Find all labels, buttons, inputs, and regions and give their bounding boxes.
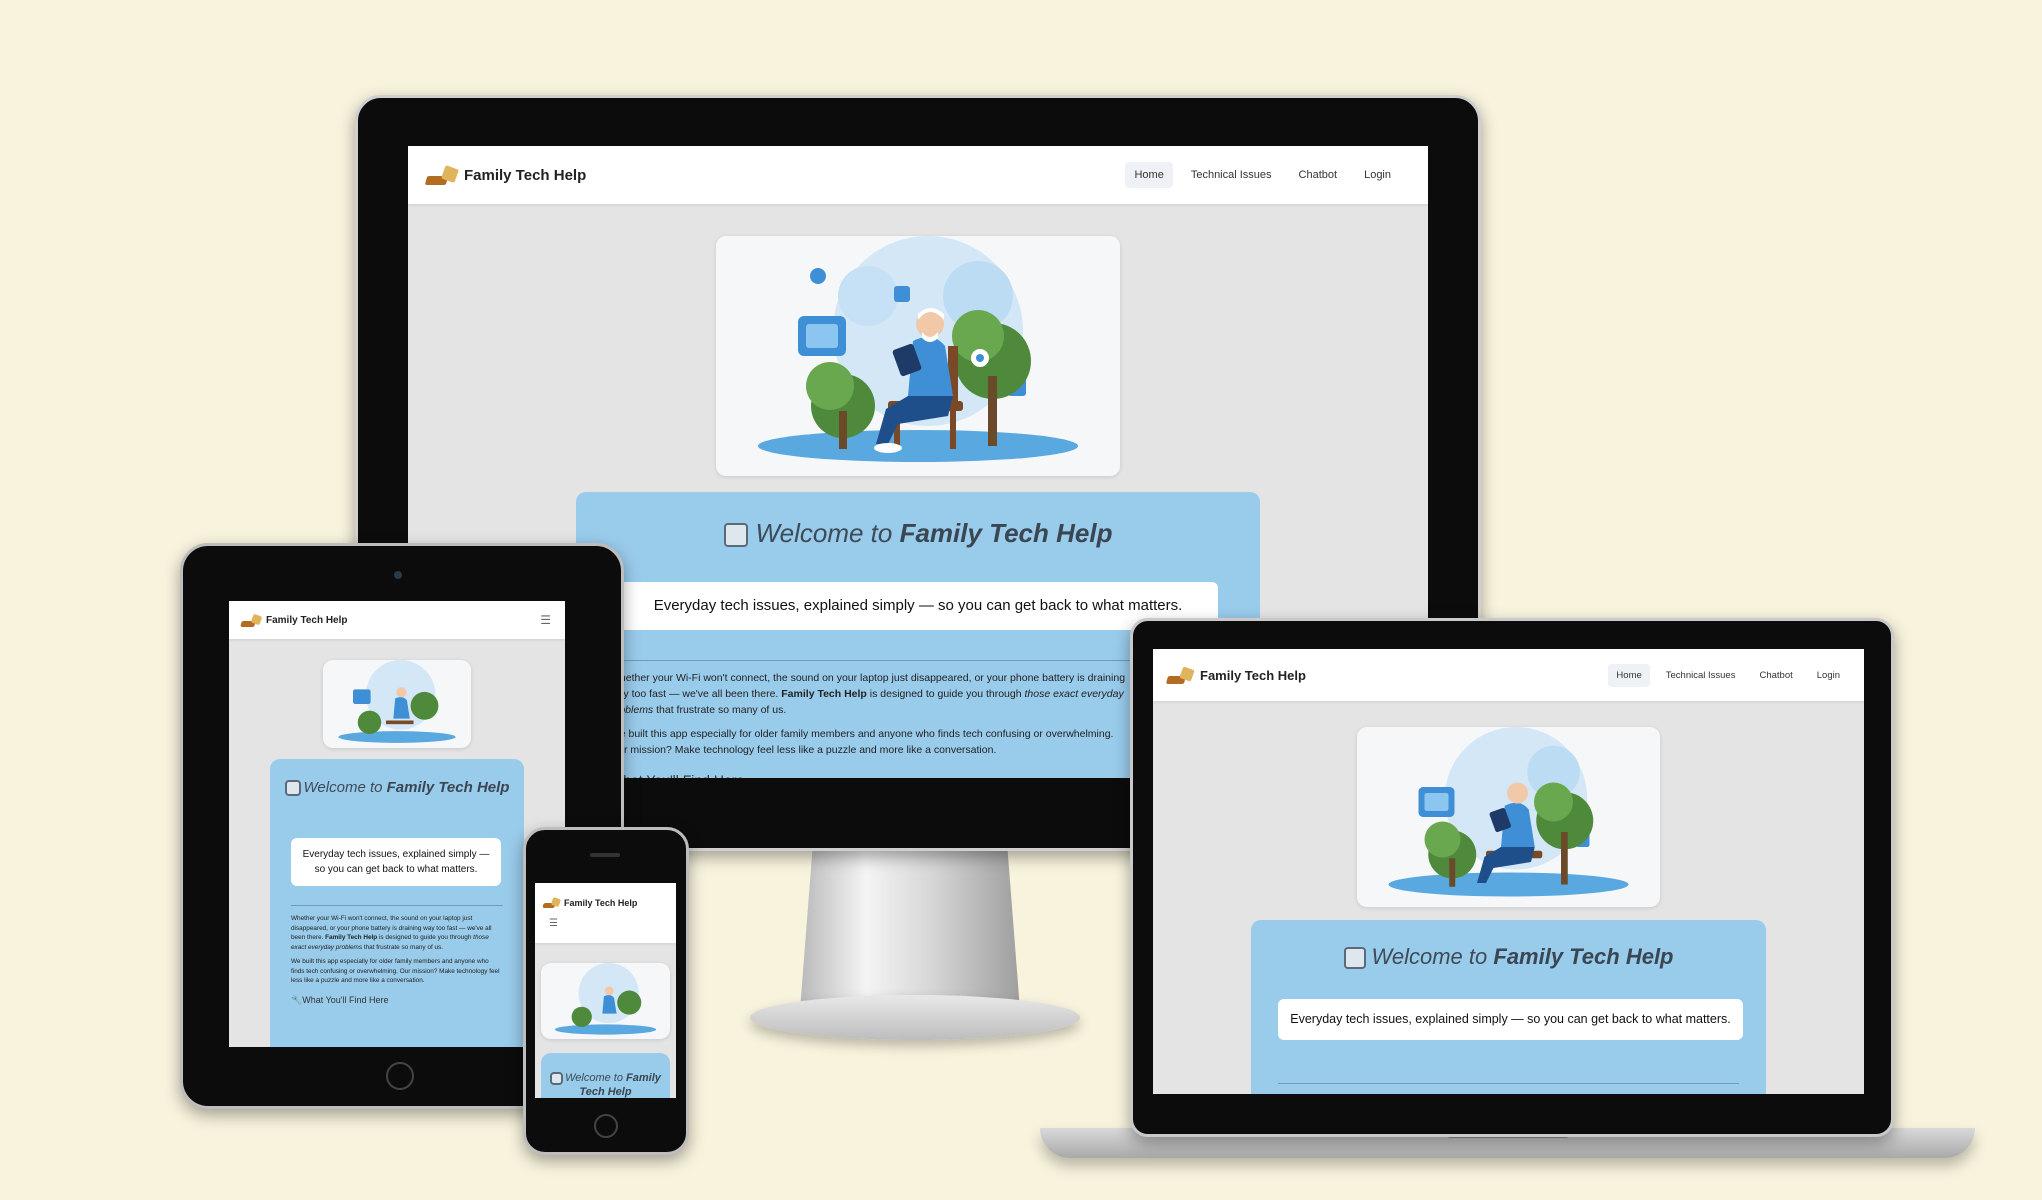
welcome-prefix: Welcome to xyxy=(755,518,893,548)
hamburger-icon[interactable]: ☰ xyxy=(540,613,551,627)
monitor-stand-neck xyxy=(800,840,1020,1010)
nav-home[interactable]: Home xyxy=(1125,162,1173,188)
laptop-hero-illustration xyxy=(1357,727,1660,907)
phone-home-button[interactable] xyxy=(594,1114,618,1138)
tablet-brand[interactable]: Family Tech Help xyxy=(240,613,348,627)
monitor-stand-base xyxy=(750,995,1080,1040)
tablet-home-button[interactable] xyxy=(386,1062,414,1090)
phone-speaker xyxy=(590,853,620,857)
tablet-hero-illustration xyxy=(323,660,471,748)
tools-logo-icon xyxy=(240,613,263,627)
laptop-welcome-card: Welcome to Family Tech Help Everyday tec… xyxy=(1251,920,1766,1094)
laptop-welcome-heading: Welcome to Family Tech Help xyxy=(1251,944,1766,970)
phone-hero-illustration xyxy=(541,963,670,1039)
tablet-screen: Family Tech Help ☰ Welcome to Family Tec… xyxy=(229,601,565,1047)
tablet-tagline-box: Everyday tech issues, explained simply —… xyxy=(291,838,501,886)
phone-brand[interactable]: Family Tech Help xyxy=(542,897,637,908)
tools-logo-icon xyxy=(1165,666,1195,684)
divider xyxy=(1278,1083,1739,1084)
nav-technical-issues[interactable]: Technical Issues xyxy=(1658,664,1744,687)
nav-login[interactable]: Login xyxy=(1809,664,1848,687)
paragraph-2: We built this app especially for older f… xyxy=(610,728,1114,756)
tools-logo-icon xyxy=(424,165,458,185)
welcome-brand: Family Tech Help xyxy=(899,518,1113,548)
nav-login[interactable]: Login xyxy=(1355,162,1400,188)
laptop-nav-links: Home Technical Issues Chatbot Login xyxy=(1608,663,1848,687)
phone-welcome-card: Welcome to Family Tech Help xyxy=(541,1053,670,1098)
nav-links: Home Technical Issues Chatbot Login xyxy=(1111,162,1400,188)
family-icon xyxy=(550,1071,564,1085)
nav-chatbot[interactable]: Chatbot xyxy=(1290,162,1347,188)
hamburger-icon[interactable]: ☰ xyxy=(549,918,558,929)
family-icon xyxy=(1343,947,1366,970)
senior-with-tablet-illustration xyxy=(758,236,1078,462)
paragraph-1: Whether your Wi-Fi won't connect, the so… xyxy=(610,672,1126,716)
tablet-body-text: Whether your Wi-Fi won't connect, the so… xyxy=(291,915,500,1005)
welcome-heading: Welcome to Family Tech Help xyxy=(576,518,1260,549)
tagline-box: Everyday tech issues, explained simply —… xyxy=(618,582,1218,630)
nav-home[interactable]: Home xyxy=(1608,663,1650,687)
wrench-icon: 🔧 xyxy=(291,994,303,1005)
family-icon xyxy=(723,523,748,548)
tagline-text: Everyday tech issues, explained simply —… xyxy=(653,597,1183,614)
nav-technical-issues[interactable]: Technical Issues xyxy=(1182,162,1281,188)
divider xyxy=(610,660,1130,661)
phone-welcome-heading: Welcome to Family Tech Help xyxy=(545,1071,666,1098)
family-icon xyxy=(284,780,301,797)
tablet-camera xyxy=(394,571,402,579)
navbar: Family Tech Help Home Technical Issues C… xyxy=(408,146,1428,204)
laptop-brand[interactable]: Family Tech Help xyxy=(1165,666,1306,684)
divider xyxy=(291,905,503,906)
laptop-tagline-box: Everyday tech issues, explained simply —… xyxy=(1278,999,1743,1040)
desktop-body-text: Whether your Wi-Fi won't connect, the so… xyxy=(610,660,1130,788)
brand[interactable]: Family Tech Help xyxy=(424,165,587,185)
tablet-welcome-heading: Welcome to Family Tech Help xyxy=(280,779,514,797)
phone-navbar: Family Tech Help ☰ xyxy=(535,883,676,943)
nav-chatbot[interactable]: Chatbot xyxy=(1751,664,1800,687)
hero-illustration xyxy=(716,236,1120,476)
brand-name: Family Tech Help xyxy=(464,166,587,184)
phone-screen: Family Tech Help ☰ Welcome to Family Tec… xyxy=(535,883,676,1098)
tools-logo-icon xyxy=(542,897,562,908)
tablet-navbar: Family Tech Help ☰ xyxy=(229,601,565,639)
laptop-navbar: Family Tech Help Home Technical Issues C… xyxy=(1153,649,1864,701)
tablet-welcome-card: Welcome to Family Tech Help Everyday tec… xyxy=(270,759,524,1047)
laptop-screen: Family Tech Help Home Technical Issues C… xyxy=(1153,649,1864,1094)
